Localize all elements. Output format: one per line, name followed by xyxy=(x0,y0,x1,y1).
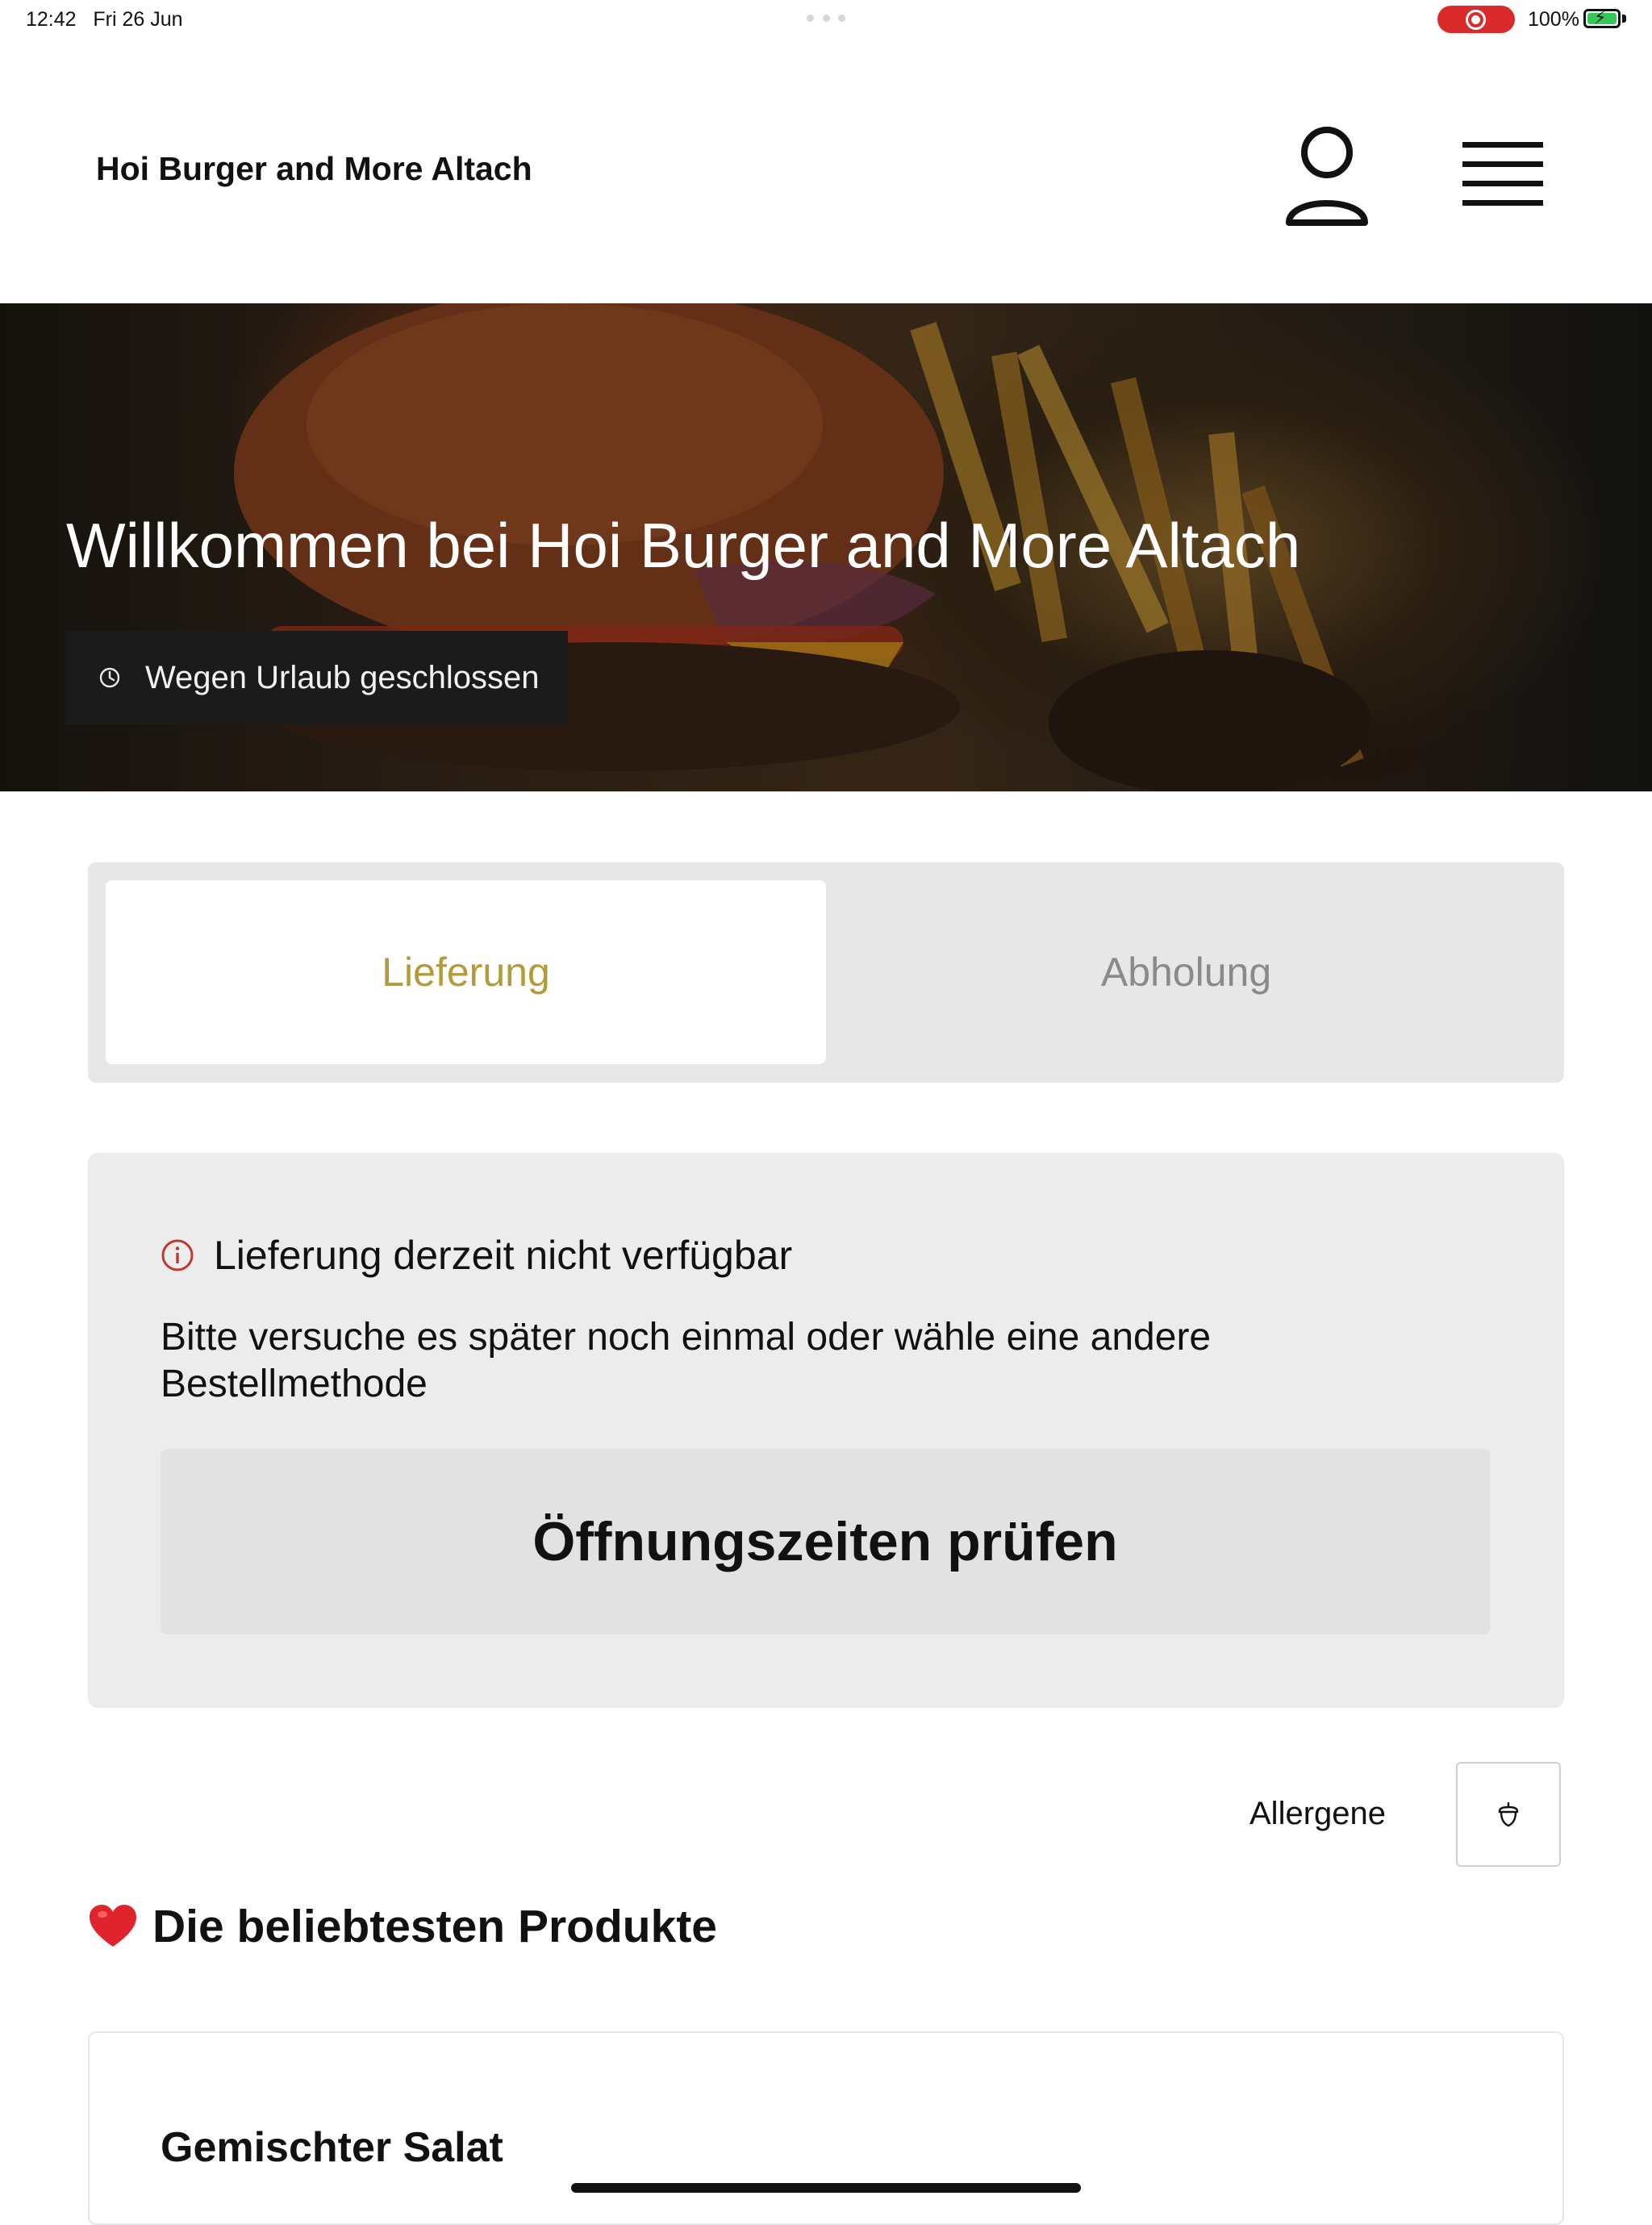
check-opening-hours-button[interactable]: Öffnungszeiten prüfen xyxy=(161,1449,1490,1634)
hamburger-menu-icon xyxy=(1462,142,1543,206)
home-indicator[interactable] xyxy=(571,2183,1081,2193)
tab-lieferung[interactable]: Lieferung xyxy=(106,880,826,1064)
clock-icon xyxy=(99,667,120,688)
tab-abholung[interactable]: Abholung xyxy=(826,880,1546,1064)
status-bar: 12:42 Fri 26 Jun 100% ⚡ xyxy=(0,0,1652,37)
order-method-toggle: Lieferung Abholung xyxy=(88,862,1564,1083)
allergens-filter-button[interactable] xyxy=(1456,1762,1561,1867)
user-icon xyxy=(1286,127,1368,226)
notice-message: Bitte versuche es später noch einmal ode… xyxy=(161,1316,1212,1405)
notice-header: Lieferung derzeit nicht verfügbar xyxy=(161,1232,792,1279)
menu-button[interactable] xyxy=(1456,132,1550,213)
delivery-unavailable-notice: Lieferung derzeit nicht verfügbar Bitte … xyxy=(88,1153,1564,1708)
multitasking-dots[interactable] xyxy=(807,15,845,22)
popular-products-heading: Die beliebtesten Produkte xyxy=(88,1900,717,1953)
heart-icon xyxy=(90,1905,136,1947)
site-header: Hoi Burger and More Altach xyxy=(0,37,1652,303)
screen-recording-indicator[interactable] xyxy=(1437,6,1515,33)
popular-products-title: Die beliebtesten Produkte xyxy=(152,1901,718,1952)
charging-bolt-icon: ⚡ xyxy=(1594,7,1607,27)
status-time: 12:42 Fri 26 Jun xyxy=(26,8,183,31)
product-card[interactable]: Gemischter Salat xyxy=(88,2031,1564,2225)
battery-tip xyxy=(1622,15,1626,23)
info-icon xyxy=(161,1239,194,1271)
opening-status-text: Wegen Urlaub geschlossen xyxy=(145,659,540,695)
hero-title: Willkommen bei Hoi Burger and More Altac… xyxy=(66,510,1301,581)
battery-percentage: 100% xyxy=(1528,8,1579,31)
opening-status-badge: Wegen Urlaub geschlossen xyxy=(66,631,568,724)
hero-banner: Willkommen bei Hoi Burger and More Altac… xyxy=(0,303,1652,791)
product-name: Gemischter Salat xyxy=(161,2124,503,2171)
notice-title: Lieferung derzeit nicht verfügbar xyxy=(214,1233,793,1278)
user-account-button[interactable] xyxy=(1283,124,1371,229)
restaurant-name[interactable]: Hoi Burger and More Altach xyxy=(96,150,532,188)
allergens-label: Allergene xyxy=(1249,1796,1387,1831)
acorn-icon xyxy=(1498,1801,1519,1827)
